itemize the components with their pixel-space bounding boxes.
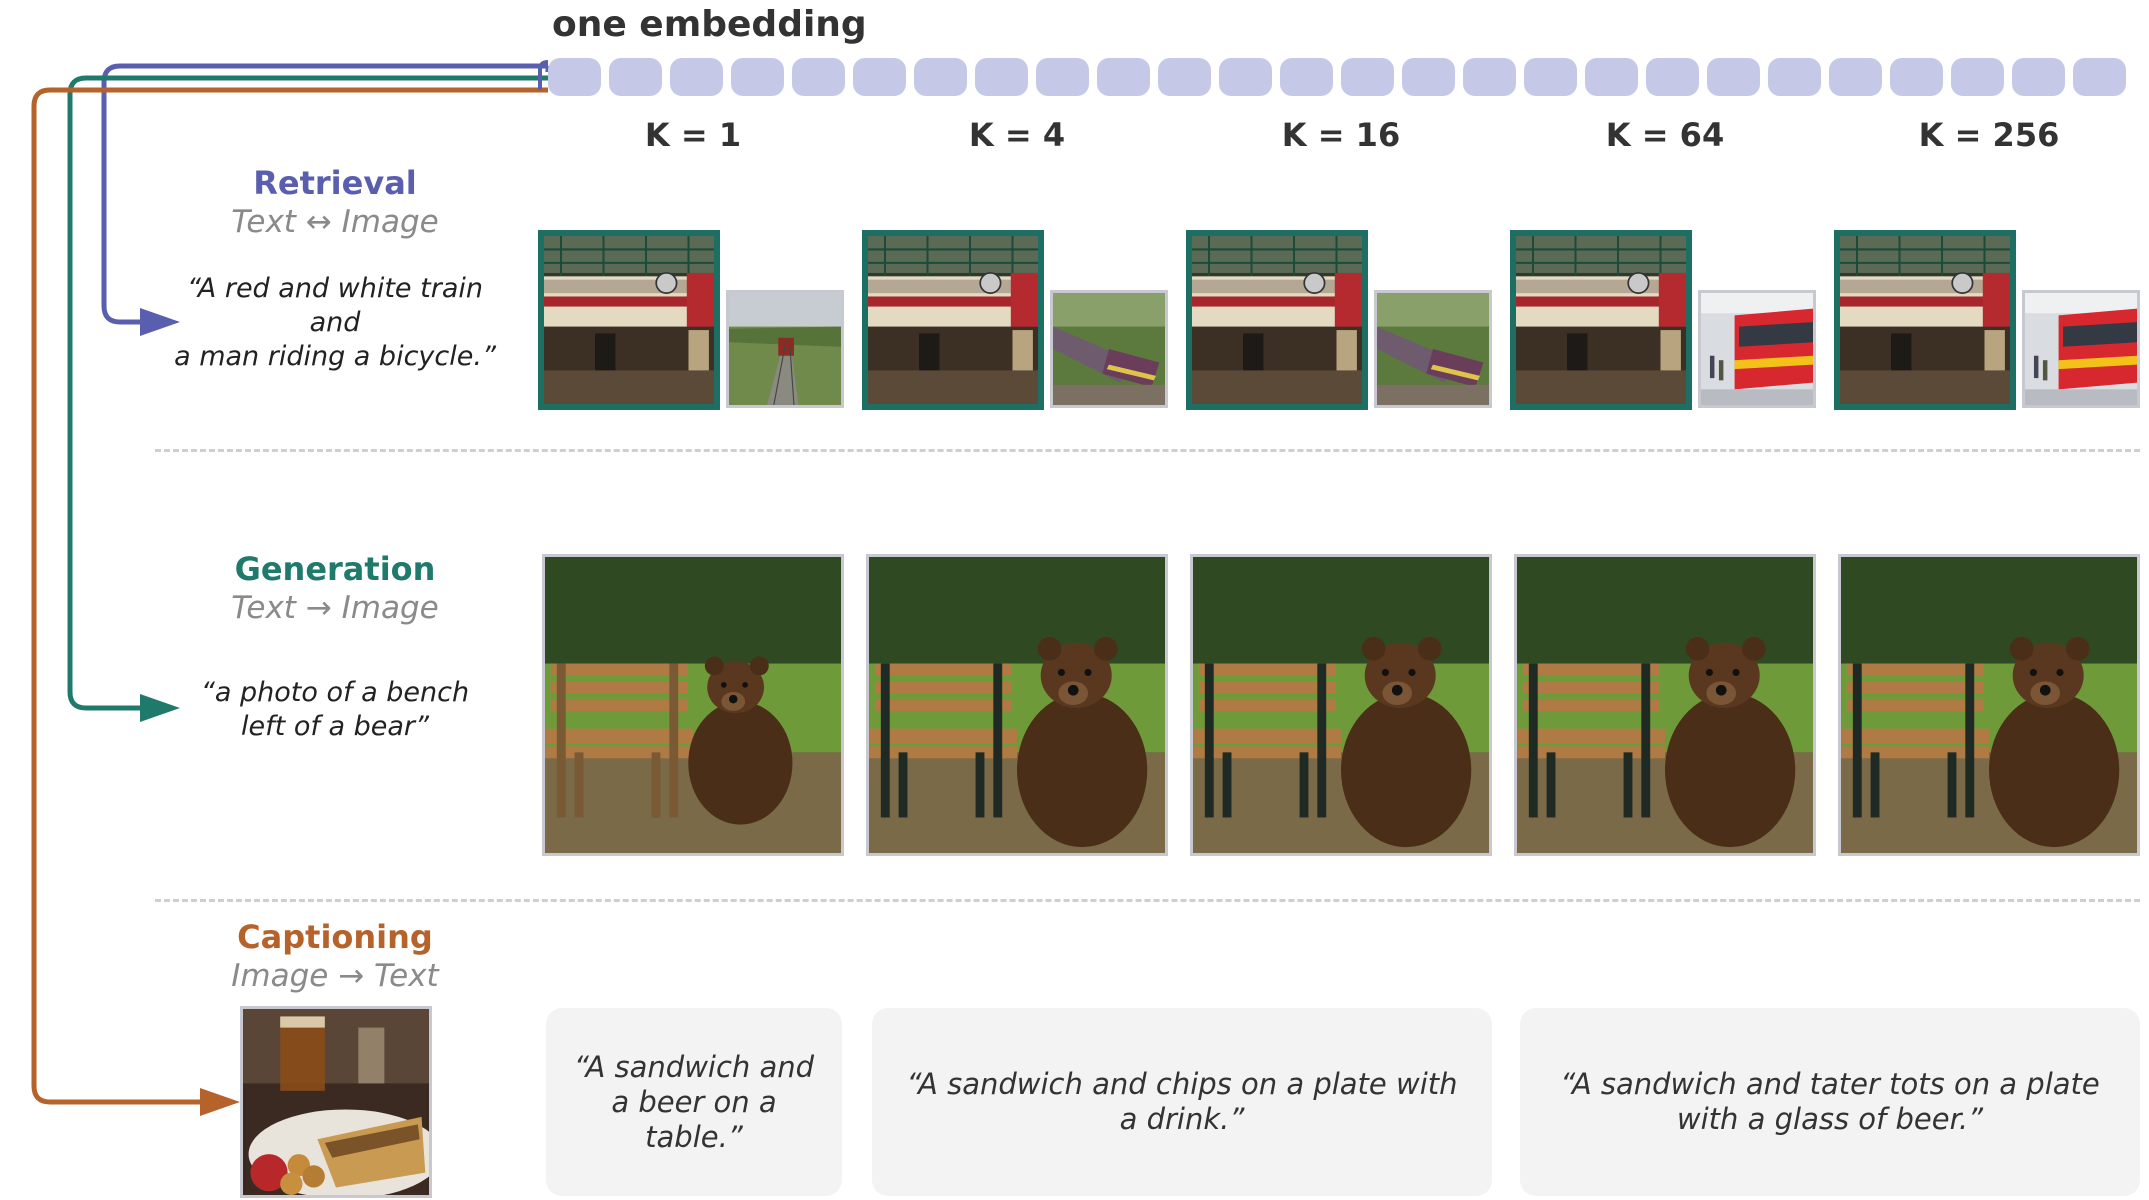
- generation-prompt-line: left of a bear”: [241, 711, 429, 742]
- k-label-1: K = 1: [644, 116, 742, 154]
- k-label-256: K = 256: [1918, 116, 2060, 154]
- retrieval-prompt-line: and: [309, 307, 361, 338]
- retrieval-prompt-line: a man riding a bicycle.”: [174, 341, 496, 372]
- retrieval-prompt-line: “A red and white train: [187, 273, 483, 304]
- embedding-token: [1585, 58, 1638, 96]
- retrieval-top-match-image: [1186, 230, 1368, 410]
- caption-text: “A sandwich and chips on a plate with a …: [906, 1067, 1458, 1136]
- embedding-token: [1951, 58, 2004, 96]
- caption-text: “A sandwich and a beer on a table.”: [573, 1049, 815, 1154]
- k-label-4: K = 4: [968, 116, 1066, 154]
- embedding-token: [2073, 58, 2126, 96]
- caption-input-image: [240, 1006, 432, 1198]
- generation-subtitle: Text → Image: [231, 590, 439, 626]
- embedding-token: [1463, 58, 1516, 96]
- retrieval-second-match-image: [1374, 290, 1492, 408]
- generated-image: [1838, 554, 2140, 856]
- embedding-token: [975, 58, 1028, 96]
- section-divider: [155, 899, 2140, 902]
- embedding-token: [853, 58, 906, 96]
- embedding-token: [1646, 58, 1699, 96]
- retrieval-subtitle: Text ↔ Image: [231, 204, 439, 240]
- embedding-token: [1280, 58, 1333, 96]
- embedding-token: [1036, 58, 1089, 96]
- embedding-token: [914, 58, 967, 96]
- captioning-title: Captioning: [237, 918, 433, 956]
- embedding-token: [1707, 58, 1760, 96]
- caption-box-k4-16: “A sandwich and chips on a plate with a …: [872, 1008, 1492, 1196]
- embedding-token: [1341, 58, 1394, 96]
- retrieval-second-match-image: [2022, 290, 2140, 408]
- embedding-token: [1219, 58, 1272, 96]
- caption-box-k1: “A sandwich and a beer on a table.”: [546, 1008, 842, 1196]
- caption-text: “A sandwich and tater tots on a plate wi…: [1560, 1067, 2100, 1136]
- embedding-token: [1524, 58, 1577, 96]
- embedding-token: [1097, 58, 1150, 96]
- retrieval-second-match-image: [726, 290, 844, 408]
- retrieval-top-match-image: [862, 230, 1044, 410]
- caption-box-k64-256: “A sandwich and tater tots on a plate wi…: [1520, 1008, 2140, 1196]
- section-divider: [155, 449, 2140, 452]
- embedding-token: [1768, 58, 1821, 96]
- embedding-token: [792, 58, 845, 96]
- retrieval-second-match-image: [1698, 290, 1816, 408]
- generation-prompt-line: “a photo of a bench: [200, 677, 470, 708]
- embedding-token: [1158, 58, 1211, 96]
- embedding-token: [731, 58, 784, 96]
- generated-image: [1190, 554, 1492, 856]
- embedding-token-row: [548, 58, 2140, 96]
- retrieval-top-match-image: [1834, 230, 2016, 410]
- embedding-title: one embedding: [552, 4, 867, 45]
- embedding-token: [670, 58, 723, 96]
- embedding-token: [548, 58, 601, 96]
- embedding-token: [1829, 58, 1882, 96]
- generation-title: Generation: [234, 550, 436, 588]
- generated-image: [866, 554, 1168, 856]
- embedding-token: [1402, 58, 1455, 96]
- retrieval-second-match-image: [1050, 290, 1168, 408]
- retrieval-title: Retrieval: [253, 164, 417, 202]
- embedding-token: [1890, 58, 1943, 96]
- retrieval-top-match-image: [1510, 230, 1692, 410]
- retrieval-top-match-image: [538, 230, 720, 410]
- k-label-16: K = 16: [1281, 116, 1401, 154]
- embedding-token: [609, 58, 662, 96]
- generated-image: [1514, 554, 1816, 856]
- generated-image: [542, 554, 844, 856]
- captioning-subtitle: Image → Text: [231, 958, 439, 994]
- k-label-64: K = 64: [1605, 116, 1725, 154]
- retrieval-prompt: “A red and white train and a man riding …: [150, 272, 520, 374]
- generation-prompt: “a photo of a bench left of a bear”: [150, 676, 520, 744]
- embedding-token: [2012, 58, 2065, 96]
